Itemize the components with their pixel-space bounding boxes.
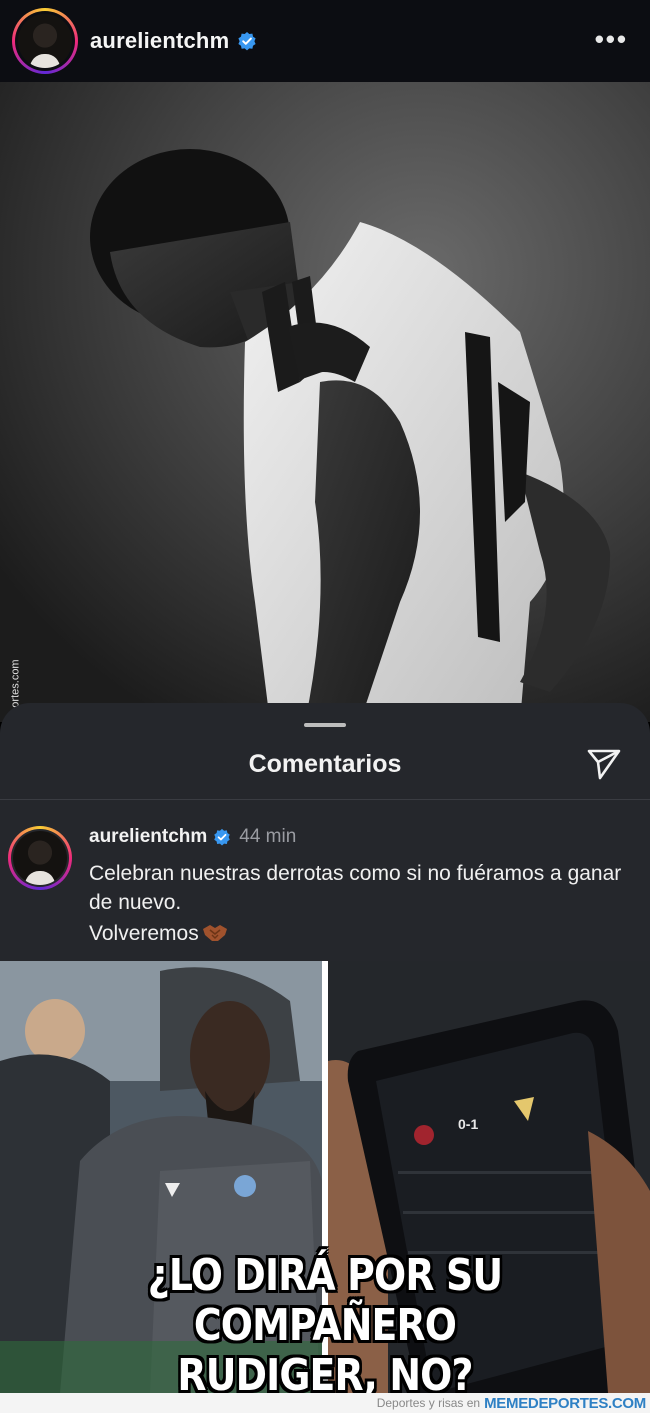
post-header: aurelientchm ••• — [0, 0, 650, 82]
sheet-divider — [0, 799, 650, 800]
verified-badge-icon — [214, 828, 231, 846]
comment-header: aurelientchm 44 min — [89, 826, 296, 848]
post-photo[interactable] — [0, 82, 650, 722]
verified-badge-icon — [238, 32, 256, 51]
comment-text: Celebran nuestras derrotas como si no fu… — [89, 862, 622, 914]
comments-sheet: Comentarios aurelientchm 44 min Celebran… — [0, 703, 650, 961]
more-options-icon[interactable]: ••• — [595, 24, 628, 55]
handshake-icon — [202, 925, 227, 941]
header-username[interactable]: aurelientchm — [90, 28, 229, 54]
avatar-photo — [18, 14, 72, 68]
footer-watermark: Deportes y risas en MEMEDEPORTES.COM — [0, 1393, 650, 1413]
caption-line-1: ¿LO DIRÁ POR SU COMPAÑERO — [147, 1250, 503, 1351]
profile-avatar[interactable] — [12, 8, 78, 74]
send-icon[interactable] — [586, 745, 622, 781]
footer-tagline: Deportes y risas en — [376, 1396, 481, 1410]
meme-image: 0-1 ¿LO DIRÁ POR SU COMPAÑERO RUDIGER, N… — [0, 961, 650, 1401]
comment-avatar[interactable] — [8, 826, 72, 890]
player-photo — [0, 82, 650, 722]
comment-username[interactable]: aurelientchm — [89, 826, 207, 848]
comment-avatar-photo — [13, 831, 67, 885]
sheet-drag-handle[interactable] — [304, 723, 346, 727]
footer-brand[interactable]: MEMEDEPORTES.COM — [484, 1395, 646, 1412]
phone-score: 0-1 — [458, 1116, 478, 1132]
comment-time: 44 min — [239, 826, 297, 847]
meme-caption: ¿LO DIRÁ POR SU COMPAÑERO RUDIGER, NO? — [46, 1251, 605, 1401]
comment-text-line2: Volveremos — [89, 919, 229, 948]
sheet-title: Comentarios — [248, 750, 402, 778]
